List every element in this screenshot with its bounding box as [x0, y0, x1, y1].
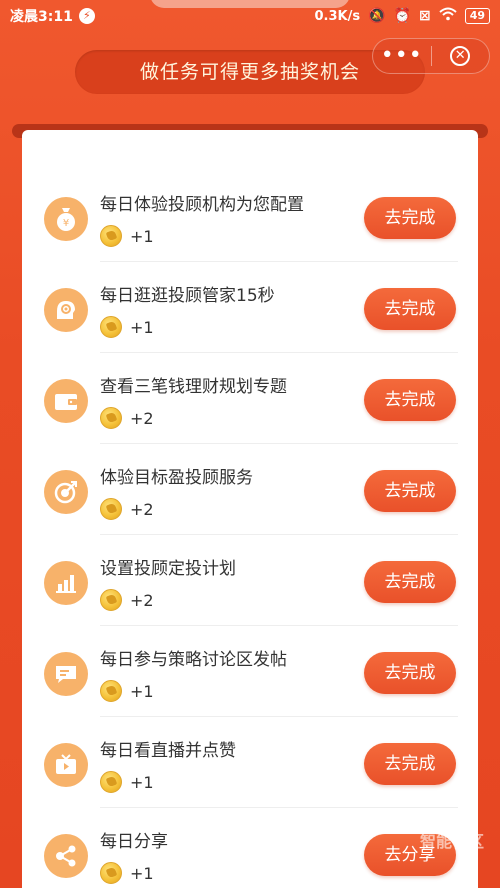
row-divider: [100, 716, 458, 717]
coin-icon: [100, 316, 122, 338]
reward-amount: +1: [130, 681, 154, 701]
task-title: 每日体验投顾机构为您配置: [100, 195, 304, 215]
status-right-group: 0.3K/s 🔕 ⏰ ⊠ 49: [314, 7, 490, 25]
svg-text:¥: ¥: [63, 218, 69, 229]
close-button[interactable]: ✕: [431, 46, 489, 66]
coin-icon: [100, 589, 122, 611]
row-divider: [100, 534, 458, 535]
tv-icon: [44, 743, 88, 787]
complete-task-button[interactable]: 去完成: [364, 197, 456, 239]
task-reward: +2: [100, 407, 154, 429]
chat-icon: [44, 652, 88, 696]
close-circle-icon: ✕: [450, 46, 471, 66]
wallet-icon: [44, 379, 88, 423]
reward-amount: +2: [130, 590, 154, 610]
sim-off-icon: ⊠: [418, 8, 431, 24]
complete-task-button[interactable]: 去完成: [364, 288, 456, 330]
task-item: 每日分享 +1 去分享: [22, 809, 478, 888]
coin-icon: [100, 862, 122, 884]
alarm-icon: ⏰: [393, 8, 411, 24]
task-item: 体验目标盈投顾服务 +2 去完成: [22, 445, 478, 535]
complete-task-button[interactable]: 去完成: [364, 652, 456, 694]
task-title: 每日分享: [100, 832, 168, 852]
row-divider: [100, 261, 458, 262]
complete-task-button[interactable]: 去完成: [364, 561, 456, 603]
task-item: 每日参与策略讨论区发帖 +1 去完成: [22, 627, 478, 717]
task-item: 每日逛逛投顾管家15秒 +1 去完成: [22, 263, 478, 353]
wifi-icon: [439, 7, 457, 25]
complete-task-button[interactable]: 去完成: [364, 743, 456, 785]
miniapp-capsule: ••• ✕: [372, 38, 490, 74]
complete-task-button[interactable]: 去完成: [364, 470, 456, 512]
coin-icon: [100, 771, 122, 793]
money-bag-icon: ¥: [44, 197, 88, 241]
mute-bell-icon: 🔕: [368, 8, 386, 24]
reward-amount: +1: [130, 863, 154, 883]
task-reward: +1: [100, 862, 154, 884]
status-bar: 凌晨3:11 ⚡ 0.3K/s 🔕 ⏰ ⊠ 49: [0, 0, 500, 32]
row-divider: [100, 443, 458, 444]
coin-icon: [100, 680, 122, 702]
coin-icon: [100, 498, 122, 520]
battery-indicator: 49: [464, 8, 490, 24]
network-speed: 0.3K/s: [314, 8, 361, 24]
more-options-button[interactable]: •••: [373, 41, 431, 71]
row-divider: [100, 807, 458, 808]
watermark: 智能社区: [420, 834, 498, 870]
reward-amount: +2: [130, 408, 154, 428]
task-title: 设置投顾定投计划: [100, 559, 236, 579]
task-reward: +1: [100, 771, 154, 793]
share-icon: [44, 834, 88, 878]
bar-chart-icon: [44, 561, 88, 605]
task-reward: +1: [100, 225, 154, 247]
coin-icon: [100, 225, 122, 247]
complete-task-button[interactable]: 去完成: [364, 379, 456, 421]
task-reward: +2: [100, 498, 154, 520]
task-reward: +1: [100, 680, 154, 702]
task-item: 设置投顾定投计划 +2 去完成: [22, 536, 478, 626]
reward-amount: +1: [130, 317, 154, 337]
task-title: 查看三笔钱理财规划专题: [100, 377, 287, 397]
task-item: 查看三笔钱理财规划专题 +2 去完成: [22, 354, 478, 444]
task-reward: +1: [100, 316, 154, 338]
app-notification-icon: ⚡: [78, 8, 95, 24]
target-icon: [44, 470, 88, 514]
task-item: 每日看直播并点赞 +1 去完成: [22, 718, 478, 808]
task-title: 每日参与策略讨论区发帖: [100, 650, 287, 670]
reward-amount: +2: [130, 499, 154, 519]
brain-gear-icon: [44, 288, 88, 332]
task-title: 体验目标盈投顾服务: [100, 468, 253, 488]
task-reward: +2: [100, 589, 154, 611]
watermark-text: 智能社区: [420, 832, 485, 851]
row-divider: [100, 352, 458, 353]
coin-icon: [100, 407, 122, 429]
task-title: 每日逛逛投顾管家15秒: [100, 286, 275, 306]
task-item: ¥ 每日体验投顾机构为您配置 +1 去完成: [22, 172, 478, 262]
reward-amount: +1: [130, 772, 154, 792]
reward-amount: +1: [130, 226, 154, 246]
task-title: 每日看直播并点赞: [100, 741, 236, 761]
status-time: 凌晨3:11: [10, 9, 73, 25]
row-divider: [100, 625, 458, 626]
